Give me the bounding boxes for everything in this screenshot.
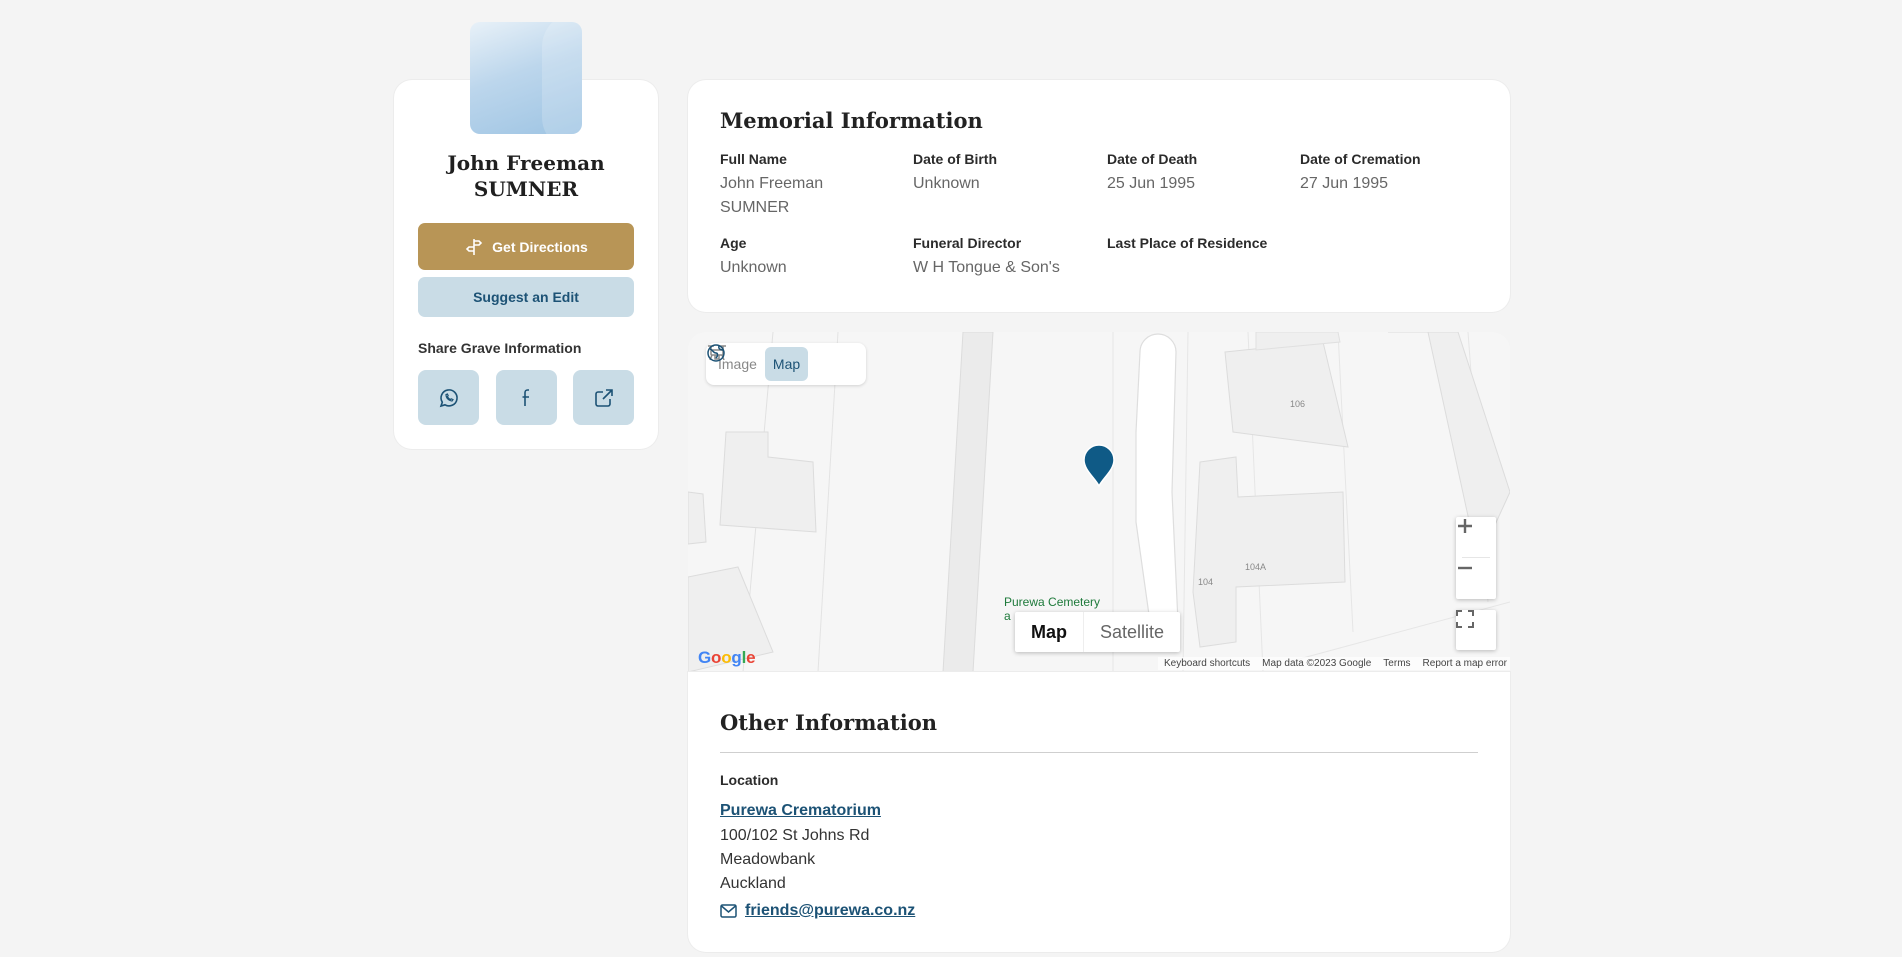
signpost-icon [466,238,483,255]
field-label-age: Age [720,235,747,251]
view-toggle-map-label: Map [772,356,801,372]
map-data-attribution: Map data ©2023 Google [1262,658,1372,669]
fullscreen-icon [1456,610,1474,628]
keyboard-shortcuts-link[interactable]: Keyboard shortcuts [1164,658,1250,669]
person-first-names: John Freeman [447,151,605,175]
report-map-error-link[interactable]: Report a map error [1423,658,1507,669]
field-value-funeral-director: W H Tongue & Son's [913,259,1060,276]
house-number-104: 104 [1198,577,1214,587]
other-information-card: Other Information Location Purewa Cremat… [688,672,1510,952]
plus-icon [1458,519,1472,533]
zoom-divider [1462,557,1490,558]
memorial-information-card: Memorial Information Full Name John Free… [688,80,1510,312]
map-type-control: Map Satellite [1015,612,1181,652]
facebook-icon [522,388,529,406]
address-line-2: Meadowbank [720,851,816,868]
suggest-edit-label: Suggest an Edit [473,289,579,305]
address-line-1: 100/102 St Johns Rd [720,827,870,844]
terms-link[interactable]: Terms [1383,658,1410,669]
house-number-106: 106 [1290,399,1306,409]
zoom-out-button[interactable] [1456,559,1496,599]
field-value-date-of-cremation: 27 Jun 1995 [1300,175,1389,192]
memorial-information-title: Memorial Information [720,108,983,133]
section-divider [720,752,1478,753]
map-type-satellite-button[interactable]: Satellite [1083,612,1180,652]
field-label-date-of-birth: Date of Birth [913,151,997,167]
portrait-image [470,22,582,134]
view-toggle-map[interactable]: Map [707,344,809,381]
field-label-last-residence: Last Place of Residence [1107,235,1268,251]
email-link[interactable]: friends@purewa.co.nz [745,902,915,920]
person-name: John Freeman SUMNER [394,150,658,202]
share-link-icon [594,388,613,407]
get-directions-label: Get Directions [492,238,588,255]
other-information-title: Other Information [720,710,937,735]
person-surname: SUMNER [473,177,579,201]
whatsapp-icon [439,388,458,407]
field-label-full-name: Full Name [720,151,787,167]
email-row: friends@purewa.co.nz [720,902,915,920]
share-whatsapp-button[interactable] [418,370,479,425]
field-value-age: Unknown [720,259,787,276]
google-logo: Google [698,648,756,667]
mail-icon [720,904,737,918]
field-label-funeral-director: Funeral Director [913,235,1022,251]
map-type-map-button[interactable]: Map [1015,612,1083,652]
location-pin-icon[interactable] [1081,440,1117,488]
share-label: Share Grave Information [418,340,582,356]
map-footer: Keyboard shortcuts Map data ©2023 Google… [1158,657,1510,670]
field-value-date-of-death: 25 Jun 1995 [1107,175,1196,192]
field-label-date-of-cremation: Date of Cremation [1300,151,1421,167]
location-name-link[interactable]: Purewa Crematorium [720,802,881,820]
house-number-104a: 104A [1245,562,1267,572]
share-link-button[interactable] [573,370,634,425]
address-line-3: Auckland [720,875,786,892]
cemetery-map-label-line1: Purewa Cemetery [1004,595,1101,609]
location-label: Location [720,772,779,788]
get-directions-button[interactable]: Get Directions [418,223,634,270]
globe-map-icon [707,344,725,362]
map-view[interactable]: 106 104 104A Purewa Cemetery a Image Map [688,332,1510,672]
field-value-date-of-birth: Unknown [913,175,980,192]
suggest-edit-button[interactable]: Suggest an Edit [418,277,634,317]
share-facebook-button[interactable] [496,370,557,425]
zoom-in-button[interactable] [1456,517,1496,557]
minus-icon [1458,566,1472,570]
field-value-full-name: John Freeman SUMNER [720,175,824,216]
field-label-date-of-death: Date of Death [1107,151,1198,167]
view-toggle: Image Map [706,343,866,385]
zoom-controls [1456,517,1496,599]
fullscreen-button[interactable] [1456,610,1496,650]
